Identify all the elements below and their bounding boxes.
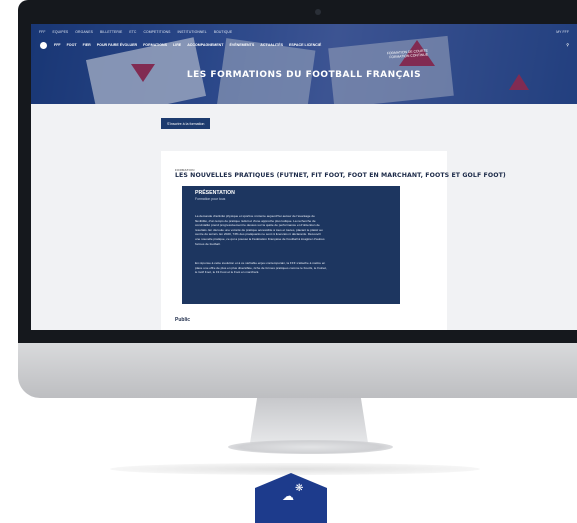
top-utility-bar: FFF EQUIPES ORGANES BILLETTERIE ETC COMP…	[39, 28, 569, 36]
my-account-link[interactable]: MY FFF	[556, 30, 569, 34]
presentation-paragraph: En réponse à cette évolution et à ce vér…	[195, 261, 327, 275]
screen: FFF EQUIPES ORGANES BILLETTERIE ETC COMP…	[31, 24, 577, 330]
formation-card: FORMATION LES NOUVELLES PRATIQUES (FUTNE…	[161, 151, 506, 330]
topbar-link[interactable]: ETC	[129, 30, 136, 34]
topbar-link[interactable]: EQUIPES	[53, 30, 69, 34]
nav-item[interactable]: ÉVÉNEMENTS	[229, 43, 254, 47]
nav-item[interactable]: FOOT	[67, 43, 77, 47]
search-icon[interactable]: ⚲	[566, 43, 569, 47]
formation-title: LES NOUVELLES PRATIQUES (FUTNET, FIT FOO…	[175, 172, 506, 179]
camera-icon	[315, 9, 321, 15]
presentation-box: PRÉSENTATION Formation pour tous La dema…	[182, 186, 400, 304]
page-title: LES FORMATIONS DU FOOTBALL FRANÇAIS	[186, 70, 422, 80]
topbar-link[interactable]: FFF	[39, 30, 46, 34]
nav-item[interactable]: POUR FAIRE ÉVOLUER	[97, 43, 137, 47]
nav-item[interactable]: FFF	[54, 43, 61, 47]
nav-item[interactable]: ACTUALITÉS	[260, 43, 283, 47]
main-nav: FFF FOOT FIER POUR FAIRE ÉVOLUER FORMATI…	[39, 40, 569, 50]
presentation-paragraph: La demande d'activité physique et sporti…	[195, 214, 325, 246]
register-button[interactable]: S'inscrire à la formation	[161, 118, 211, 129]
nav-item[interactable]: FORMATIONS	[143, 43, 167, 47]
idea-bulb-icon: ☁	[282, 489, 294, 503]
hero-tint	[31, 24, 577, 104]
hero-banner: FFF EQUIPES ORGANES BILLETTERIE ETC COMP…	[31, 24, 577, 104]
monitor-stand-base	[228, 440, 393, 454]
nav-item[interactable]: FIER	[83, 43, 91, 47]
nav-item[interactable]: ESPACE LICENCIÉ	[289, 43, 321, 47]
monitor-stand	[250, 398, 368, 443]
topbar-link[interactable]: ORGANES	[75, 30, 93, 34]
monitor: FFF EQUIPES ORGANES BILLETTERIE ETC COMP…	[18, 0, 577, 454]
topbar-link[interactable]: BILLETTERIE	[100, 30, 122, 34]
presentation-heading: PRÉSENTATION	[195, 190, 235, 196]
topbar-link[interactable]: BOUTIQUE	[214, 30, 233, 34]
fff-logo-icon[interactable]	[39, 40, 48, 50]
floor-shadow	[110, 463, 480, 475]
nav-item[interactable]: ACCOMPAGNEMENT	[187, 43, 223, 47]
spark-icon: ❋	[295, 483, 304, 494]
topbar-link[interactable]: COMPETITIONS	[143, 30, 170, 34]
presentation-subheading: Formation pour tous	[195, 197, 226, 201]
monitor-bezel: FFF EQUIPES ORGANES BILLETTERIE ETC COMP…	[18, 0, 577, 343]
public-heading: Public	[175, 317, 191, 323]
topbar-link[interactable]: INSTITUTIONNEL	[177, 30, 206, 34]
monitor-chin	[18, 343, 577, 398]
nav-item[interactable]: LIRE	[173, 43, 181, 47]
